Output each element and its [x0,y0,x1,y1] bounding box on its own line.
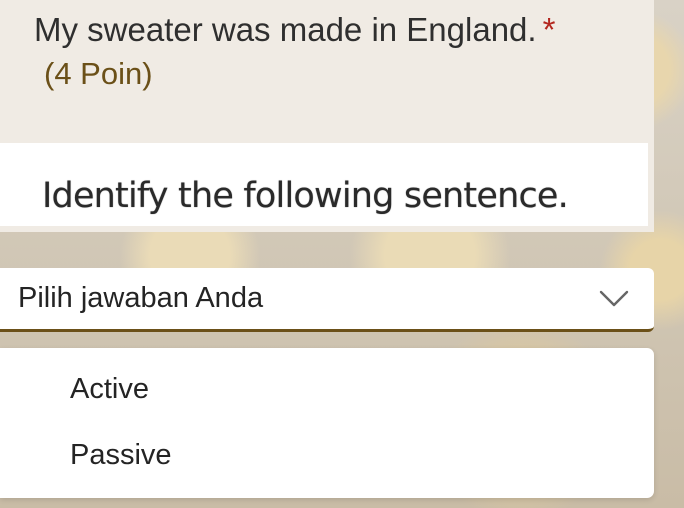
question-card: My sweater was made in England. * (4 Poin… [0,0,654,232]
chevron-down-icon [599,290,629,307]
question-title: My sweater was made in England. * [34,10,555,50]
answer-dropdown-placeholder: Pilih jawaban Anda [18,282,264,314]
question-points: (4 Poin) [44,56,153,91]
dropdown-option-active[interactable]: Active [70,371,149,407]
question-text: My sweater was made in England. [34,11,537,48]
dropdown-options-list: Active Passive [0,348,654,498]
answer-dropdown[interactable]: Pilih jawaban Anda [0,268,654,332]
required-marker: * [542,11,556,48]
dropdown-option-passive[interactable]: Passive [70,437,172,473]
question-image-text: Identify the following sentence. [42,176,569,216]
